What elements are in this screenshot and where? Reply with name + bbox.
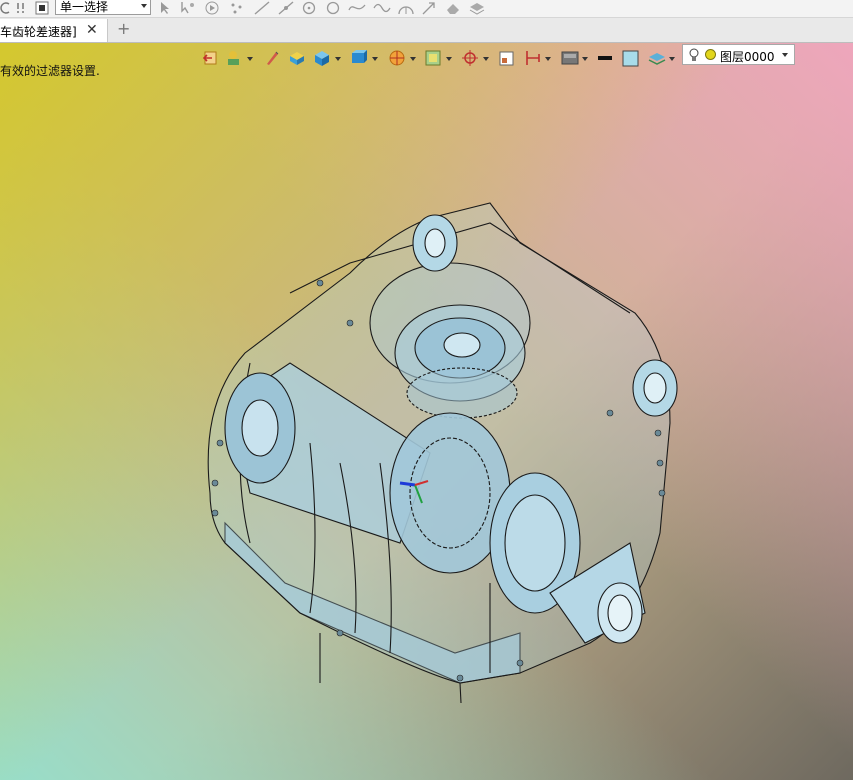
shading-icon[interactable] bbox=[288, 49, 306, 67]
layers-dropdown[interactable] bbox=[669, 57, 675, 61]
fill-color-icon[interactable] bbox=[622, 49, 640, 67]
background-icon[interactable] bbox=[561, 49, 579, 67]
close-icon[interactable]: ✕ bbox=[86, 22, 98, 38]
redo-icon[interactable] bbox=[15, 1, 27, 15]
section-dropdown[interactable] bbox=[446, 57, 452, 61]
line-tool-icon[interactable] bbox=[277, 1, 295, 15]
selection-filter-value: 单一选择 bbox=[60, 0, 109, 14]
stop-icon[interactable] bbox=[35, 1, 49, 15]
cube-view-icon[interactable] bbox=[313, 49, 331, 67]
orient-icon[interactable] bbox=[388, 49, 406, 67]
ruler-dropdown[interactable] bbox=[545, 57, 551, 61]
visibility-dropdown[interactable] bbox=[483, 57, 489, 61]
ruler-icon[interactable] bbox=[524, 49, 542, 67]
arc-icon[interactable] bbox=[397, 1, 415, 15]
status-message: 有效的过滤器设置. bbox=[0, 64, 100, 78]
graphics-viewport[interactable]: 有效的过滤器设置. 图层0000 bbox=[0, 43, 853, 780]
section-icon[interactable] bbox=[424, 49, 442, 67]
background-dropdown[interactable] bbox=[582, 57, 588, 61]
differential-model[interactable] bbox=[190, 163, 690, 703]
undo-icon[interactable] bbox=[0, 1, 12, 15]
eraser-icon[interactable] bbox=[444, 1, 462, 15]
layer-name: 图层0000 bbox=[720, 50, 775, 64]
feature-icon[interactable] bbox=[468, 1, 486, 15]
wave-icon[interactable] bbox=[373, 1, 391, 15]
orient-dropdown[interactable] bbox=[410, 57, 416, 61]
display-mode-icon[interactable] bbox=[350, 49, 368, 67]
line-color-icon[interactable] bbox=[597, 49, 613, 67]
point-icon[interactable] bbox=[229, 1, 245, 15]
circle-icon[interactable] bbox=[301, 1, 317, 15]
visibility-icon[interactable] bbox=[461, 49, 479, 67]
tab-document-label: 车齿轮差速器] bbox=[0, 25, 77, 39]
chevron-down-icon bbox=[141, 4, 147, 8]
layer-selector[interactable]: 图层0000 bbox=[682, 44, 795, 65]
line-icon[interactable] bbox=[253, 1, 271, 15]
selection-filter-dropdown[interactable]: 单一选择 bbox=[55, 0, 151, 15]
pick-play-icon[interactable] bbox=[204, 1, 220, 15]
pick-points-icon[interactable] bbox=[180, 1, 196, 15]
styles-dropdown[interactable] bbox=[247, 57, 253, 61]
spline-icon[interactable] bbox=[348, 1, 366, 15]
paint-icon[interactable] bbox=[264, 49, 280, 67]
display-mode-dropdown[interactable] bbox=[372, 57, 378, 61]
cube-view-dropdown[interactable] bbox=[335, 57, 341, 61]
chevron-down-icon bbox=[782, 53, 788, 57]
new-tab-button[interactable]: + bbox=[117, 20, 130, 38]
tab-document[interactable]: 车齿轮差速器] ✕ bbox=[0, 19, 108, 42]
filter-icon[interactable] bbox=[498, 49, 516, 67]
styles-icon[interactable] bbox=[226, 49, 242, 67]
arrow-icon[interactable] bbox=[421, 1, 437, 15]
circle-ring-icon[interactable] bbox=[325, 1, 341, 15]
top-toolbar: 单一选择 bbox=[0, 0, 853, 18]
exit-sketch-icon[interactable] bbox=[203, 49, 219, 67]
lightbulb-icon bbox=[689, 48, 699, 61]
pick-arrow-icon[interactable] bbox=[158, 1, 172, 15]
layers-icon[interactable] bbox=[648, 49, 666, 67]
layer-color-dot bbox=[705, 49, 716, 60]
